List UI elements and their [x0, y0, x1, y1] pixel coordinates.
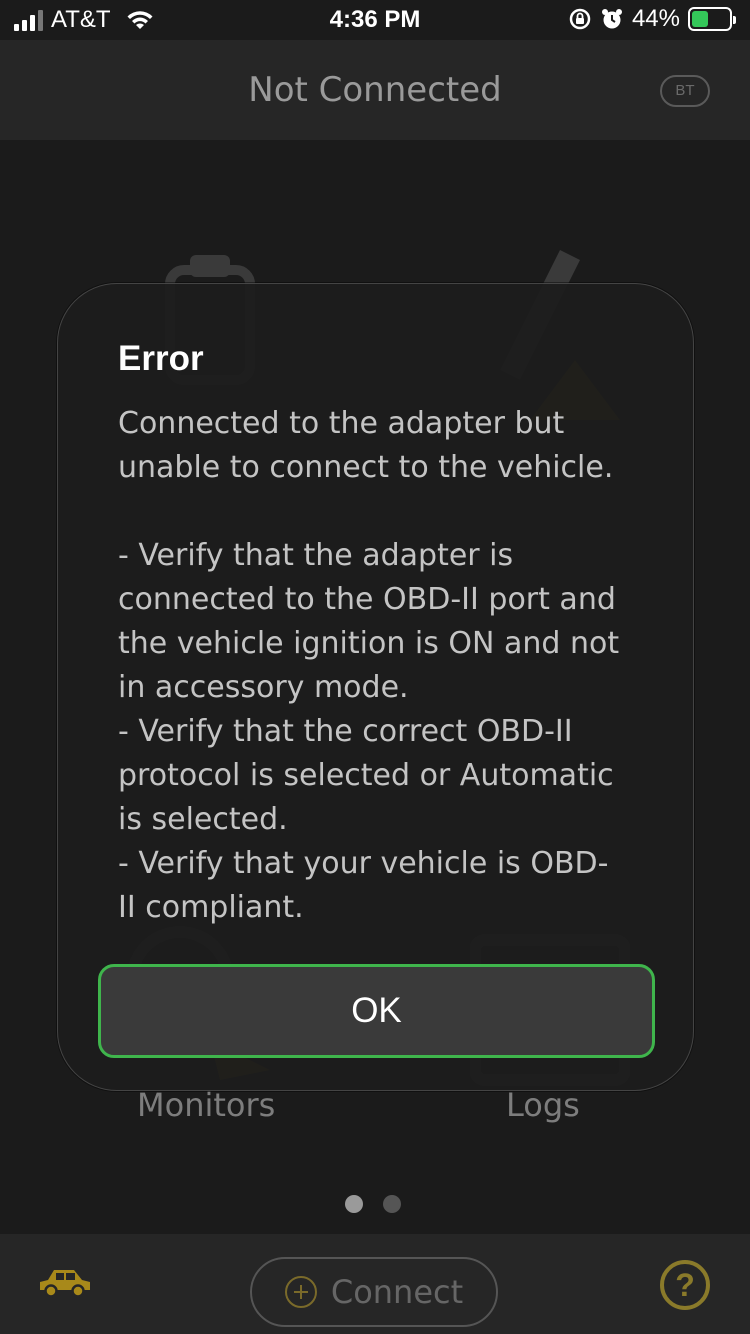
page-dot-1[interactable]	[345, 1195, 363, 1213]
message-line: protocol is selected or Automatic	[118, 758, 614, 793]
message-line: Connected to the adapter but	[118, 406, 565, 441]
page-dot-2[interactable]	[383, 1195, 401, 1213]
orientation-lock-icon	[569, 8, 591, 30]
plus-circle-icon	[284, 1276, 317, 1308]
monitors-label[interactable]: Monitors	[137, 1086, 275, 1124]
car-icon[interactable]	[36, 1266, 92, 1300]
message-line: - Verify that the adapter is	[118, 538, 514, 573]
connect-button[interactable]: Connect	[250, 1257, 498, 1327]
ok-label: OK	[351, 991, 402, 1030]
bluetooth-badge[interactable]: BT	[660, 75, 710, 107]
logs-label[interactable]: Logs	[506, 1086, 580, 1124]
page-indicator[interactable]	[345, 1195, 401, 1213]
dialog-message: Connected to the adapter but unable to co…	[118, 402, 658, 930]
message-line: - Verify that your vehicle is OBD-	[118, 846, 609, 881]
page-title: Not Connected	[248, 70, 502, 110]
error-dialog: Error Connected to the adapter but unable…	[57, 283, 694, 1091]
message-line: is selected.	[118, 802, 288, 837]
message-line: connected to the OBD-II port and	[118, 582, 616, 617]
alarm-icon	[601, 9, 622, 29]
bottom-toolbar: Connect ?	[0, 1234, 750, 1334]
status-right: 44%	[568, 5, 736, 33]
status-bar: AT&T 4:36 PM 44%	[0, 0, 750, 40]
help-icon[interactable]: ?	[660, 1260, 710, 1310]
message-line: in accessory mode.	[118, 670, 409, 705]
message-line: II compliant.	[118, 890, 304, 925]
ok-button[interactable]: OK	[98, 964, 655, 1058]
message-spacer	[118, 490, 658, 534]
battery-fill	[692, 11, 708, 27]
message-line: unable to connect to the vehicle.	[118, 450, 614, 485]
dialog-title: Error	[118, 339, 204, 378]
nav-bar: Not Connected BT	[0, 40, 750, 140]
message-line: the vehicle ignition is ON and not	[118, 626, 620, 661]
connect-label: Connect	[330, 1273, 464, 1311]
battery-charging-icon	[688, 7, 736, 31]
message-line: - Verify that the correct OBD-II	[118, 714, 573, 749]
battery-percent: 44%	[631, 5, 680, 32]
